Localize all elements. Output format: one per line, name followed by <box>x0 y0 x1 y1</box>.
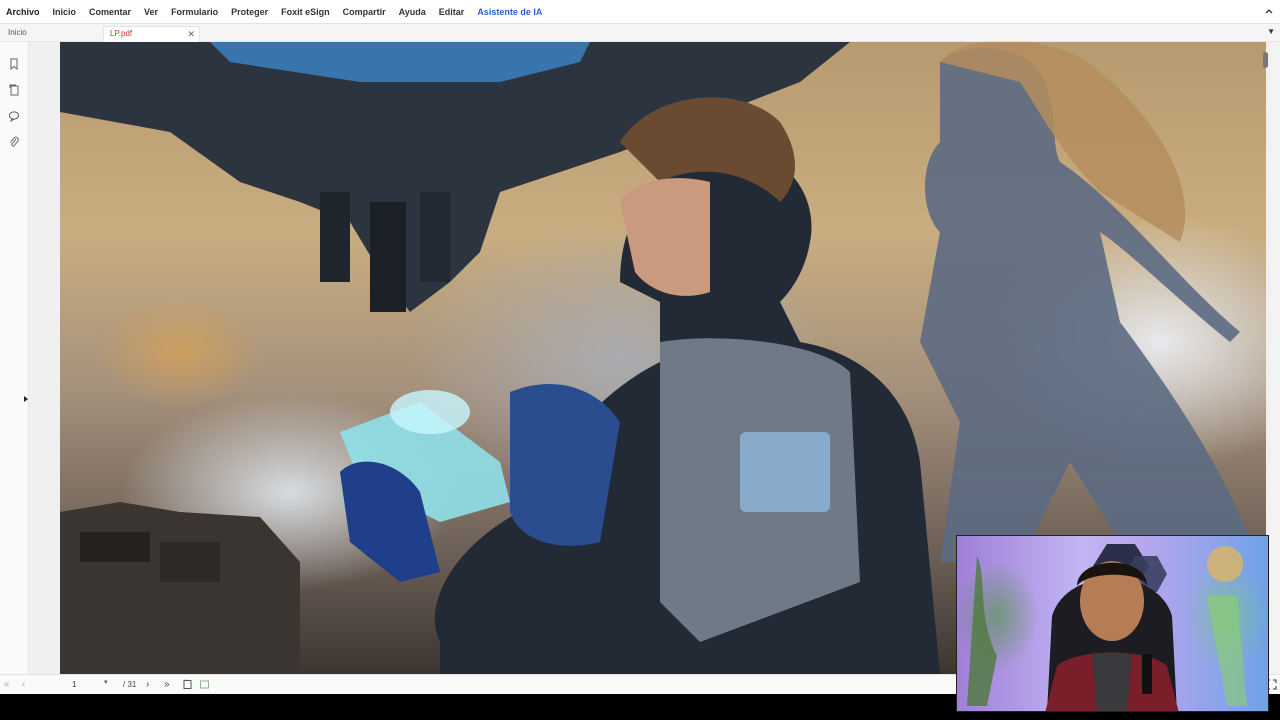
attachment-icon[interactable] <box>8 136 20 148</box>
next-page-icon[interactable]: › <box>146 678 149 692</box>
webcam-overlay <box>956 535 1269 712</box>
menu-ver[interactable]: Ver <box>144 7 158 17</box>
menu-compartir[interactable]: Compartir <box>343 7 386 17</box>
presenter-video <box>967 544 1247 711</box>
current-page-value: 1 <box>72 680 77 689</box>
menu-foxit-esign[interactable]: Foxit eSign <box>281 7 330 17</box>
fit-width-icon[interactable] <box>199 679 210 690</box>
fit-page-icon[interactable] <box>182 679 193 690</box>
prev-page-icon[interactable]: ‹ <box>22 678 25 692</box>
first-page-icon[interactable]: « <box>4 678 10 692</box>
menu-comentar[interactable]: Comentar <box>89 7 131 17</box>
total-pages-label: / 31 <box>123 680 137 689</box>
collapse-ribbon-icon[interactable] <box>1264 6 1274 16</box>
menu-bar: Archivo Inicio Comentar Ver Formulario P… <box>0 0 1280 24</box>
page-dropdown-icon[interactable]: ▾ <box>104 678 108 686</box>
sidebar-expand-icon[interactable] <box>24 396 28 402</box>
tab-lp-pdf-label: LP.pdf <box>110 29 133 38</box>
tab-list-dropdown-icon[interactable]: ▼ <box>1267 27 1275 36</box>
last-page-icon[interactable]: » <box>164 678 170 692</box>
tab-inicio-label: Inicio <box>8 28 27 37</box>
menu-inicio[interactable]: Inicio <box>53 7 77 17</box>
navigation-sidebar <box>0 42 29 674</box>
menu-proteger[interactable]: Proteger <box>231 7 268 17</box>
menu-editar[interactable]: Editar <box>439 7 465 17</box>
close-icon[interactable]: ✕ <box>187 27 195 41</box>
tab-inicio[interactable]: Inicio <box>2 26 102 42</box>
vertical-scrollbar[interactable] <box>1263 52 1268 68</box>
menu-formulario[interactable]: Formulario <box>171 7 218 17</box>
tab-lp-pdf[interactable]: LP.pdf ✕ <box>103 26 200 42</box>
menu-asistente-ia[interactable]: Asistente de IA <box>477 7 542 17</box>
comment-icon[interactable] <box>8 110 20 122</box>
document-tab-strip: Inicio LP.pdf ✕ ▼ <box>0 24 1280 42</box>
pages-icon[interactable] <box>8 84 20 96</box>
menu-archivo[interactable]: Archivo <box>6 7 40 17</box>
bookmark-icon[interactable] <box>8 58 20 70</box>
menu-ayuda[interactable]: Ayuda <box>399 7 426 17</box>
